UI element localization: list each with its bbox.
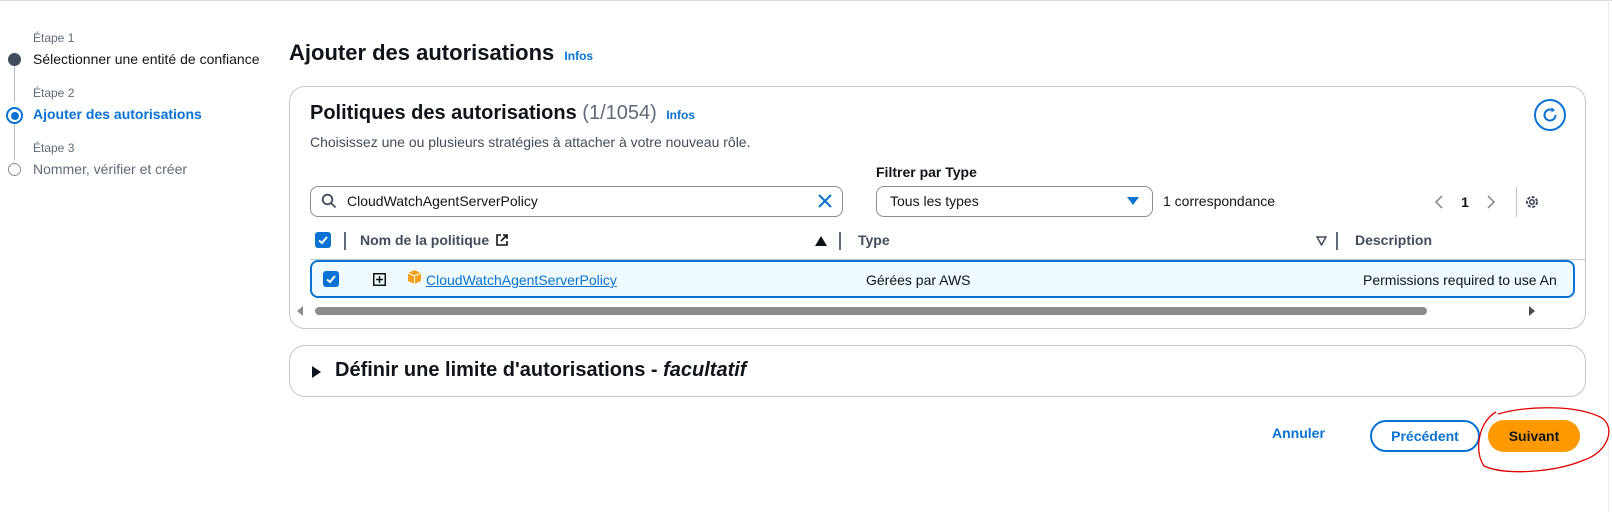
page-info-link[interactable]: Infos [564,49,593,63]
cancel-button[interactable]: Annuler [1272,425,1325,441]
select-all-checkbox[interactable] [315,232,331,248]
policy-description: Permissions required to use An [1363,272,1557,288]
policy-type: Gérées par AWS [866,272,971,288]
external-link-icon [496,234,508,246]
check-icon [318,236,328,245]
scroll-right-icon[interactable] [1527,305,1537,317]
sort-ascending-icon[interactable] [815,236,827,246]
gear-icon [1526,196,1538,208]
refresh-icon [1543,107,1557,122]
page-title-text: Ajouter des autorisations [289,40,555,65]
permissions-boundary-expander[interactable]: Définir une limite d'autorisations - fac… [289,345,1586,397]
table-settings-button[interactable] [1516,187,1547,217]
step-3-caption: Étape 3 [33,141,75,155]
panel-title-text: Politiques des autorisations [310,102,577,124]
boundary-optional-text: facultatif [663,359,747,381]
table-header: Nom de la politique Type Description [310,223,1585,260]
pagination: 1 [1426,188,1504,216]
check-icon [326,275,336,284]
search-value: CloudWatchAgentServerPolicy [347,193,538,209]
policy-name-link[interactable]: CloudWatchAgentServerPolicy [426,272,617,288]
permissions-policies-panel: Politiques des autorisations (1/1054) In… [289,86,1586,329]
page-title: Ajouter des autorisations Infos [289,40,593,66]
current-page[interactable]: 1 [1452,194,1478,210]
step-completed-icon [8,53,21,66]
scroll-left-icon[interactable] [295,305,305,317]
search-icon [321,193,337,209]
panel-info-link[interactable]: Infos [666,108,695,122]
column-separator [839,232,841,250]
scrollbar-thumb[interactable] [315,307,1427,315]
column-separator [344,232,346,250]
filter-type-label: Filtrer par Type [876,164,977,180]
row-checkbox[interactable] [323,271,339,287]
expand-icon[interactable] [373,273,386,286]
step-1-title: Sélectionner une entité de confiance [33,51,260,67]
stepper-connector [14,66,15,102]
aws-managed-policy-icon [407,270,422,284]
wizard-stepper: Étape 1 Sélectionner une entité de confi… [0,0,280,512]
right-border [1608,0,1609,512]
filter-type-value: Tous les types [890,193,979,209]
horizontal-scrollbar[interactable] [295,304,1535,318]
table-row[interactable]: CloudWatchAgentServerPolicy Gérées par A… [310,260,1575,298]
column-header-description[interactable]: Description [1355,232,1432,248]
step-2-title[interactable]: Ajouter des autorisations [33,106,202,122]
next-button[interactable]: Suivant [1488,420,1580,452]
boundary-title-text: Définir une limite d'autorisations - [335,359,664,381]
match-count: 1 correspondance [1163,193,1276,209]
panel-title: Politiques des autorisations (1/1054) In… [310,102,695,125]
column-name-label: Nom de la politique [360,232,490,248]
chevron-left-icon[interactable] [1426,194,1452,210]
step-current-icon [6,107,23,124]
column-separator [1336,232,1338,250]
panel-description: Choisissez une ou plusieurs stratégies à… [310,134,751,150]
column-header-name[interactable]: Nom de la politique [360,232,509,248]
caret-down-icon [1127,197,1139,205]
search-input[interactable]: CloudWatchAgentServerPolicy [310,186,843,217]
filter-type-select[interactable]: Tous les types [876,186,1153,217]
policy-count: (1/1054) [582,102,657,124]
step-upcoming-icon [8,163,21,176]
step-1-caption: Étape 1 [33,31,75,45]
caret-right-icon [312,366,321,378]
previous-button[interactable]: Précédent [1370,420,1480,452]
sort-icon[interactable] [1316,236,1327,246]
column-header-type[interactable]: Type [858,232,890,248]
refresh-button[interactable] [1534,99,1566,131]
step-3-title: Nommer, vérifier et créer [33,161,188,177]
chevron-right-icon[interactable] [1478,194,1504,210]
clear-search-icon[interactable] [816,192,834,210]
stepper-connector [14,124,15,160]
step-2-caption: Étape 2 [33,86,75,100]
permissions-boundary-title: Définir une limite d'autorisations - fac… [335,359,746,382]
